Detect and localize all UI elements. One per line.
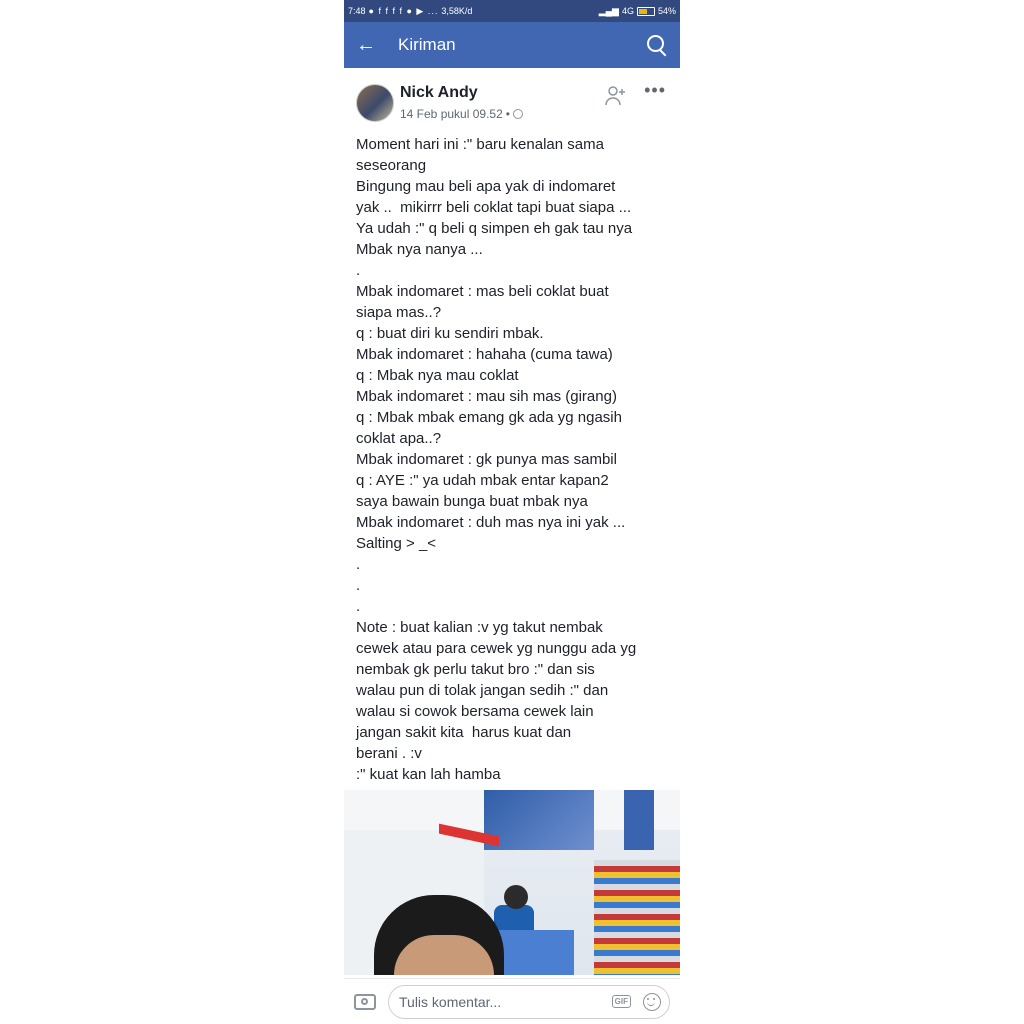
- network-speed: 3,58K/d: [441, 6, 473, 16]
- globe-icon: [512, 109, 523, 119]
- status-left: 7:48 ● f f f f ● ▶ ... 3,58K/d: [348, 6, 472, 17]
- app-bar: ← Kiriman: [344, 22, 680, 68]
- battery-icon: [636, 6, 655, 16]
- more-options-icon[interactable]: •••: [644, 80, 666, 101]
- page-title: Kiriman: [398, 35, 456, 54]
- post-text-line: q : Mbak nya mau coklat: [356, 367, 519, 384]
- post-text-line: Note : buat kalian :v yg takut nembak: [356, 619, 603, 636]
- post-text-line: q : AYE :" ya udah mbak entar kapan2: [356, 472, 609, 489]
- battery-level: 54%: [657, 6, 676, 16]
- post-text-line: walau pun di tolak jangan sedih :" dan: [356, 682, 609, 699]
- comment-placeholder: Tulis komentar...: [399, 993, 502, 1010]
- status-right: ▂▄▆ 4G 54%: [599, 6, 676, 17]
- post-text-line: coklat apa..?: [356, 430, 442, 447]
- comment-input[interactable]: Tulis komentar... GIF: [388, 984, 670, 1019]
- post-text-line: .: [356, 577, 361, 594]
- post-body: Moment hari ini :" baru kenalan sama sese…: [344, 134, 680, 785]
- post-text-line: q : Mbak mbak emang gk ada yg ngasih: [356, 409, 622, 426]
- notification-icons: ● f f f f ● ▶ ...: [368, 5, 439, 16]
- back-arrow-icon[interactable]: ←: [356, 34, 382, 57]
- post: Nick Andy 14 Feb pukul 09.52 • ••• Momen…: [344, 68, 680, 785]
- post-text-line: nembak gk perlu takut bro :" dan sis: [356, 661, 595, 678]
- post-text-line: Mbak indomaret : duh mas nya ini yak ...: [356, 514, 626, 531]
- post-text-line: Mbak indomaret : mau sih mas (girang): [356, 388, 617, 405]
- post-text-line: .: [356, 598, 361, 615]
- post-text-line: siapa mas..?: [356, 304, 442, 321]
- post-meta: 14 Feb pukul 09.52 •: [400, 107, 523, 121]
- post-text-line: berani . :v: [356, 745, 422, 762]
- status-bar: 7:48 ● f f f f ● ▶ ... 3,58K/d ▂▄▆ 4G 54…: [344, 0, 680, 22]
- signal-icon: ▂▄▆: [598, 5, 619, 16]
- status-time: 7:48: [348, 6, 366, 16]
- phone-screen: 7:48 ● f f f f ● ▶ ... 3,58K/d ▂▄▆ 4G 54…: [344, 0, 680, 1024]
- post-author[interactable]: Nick Andy: [400, 84, 478, 102]
- post-photo[interactable]: [344, 790, 680, 975]
- post-text-line: :" kuat kan lah hamba: [356, 766, 501, 783]
- post-header: Nick Andy 14 Feb pukul 09.52 • •••: [344, 68, 680, 134]
- comment-bar: Tulis komentar... GIF: [344, 978, 680, 1024]
- search-icon[interactable]: [646, 34, 668, 57]
- post-text-line: yak .. mikirrr beli coklat tapi buat sia…: [356, 199, 632, 216]
- post-text-line: Mbak nya nanya ...: [356, 241, 483, 258]
- post-text-line: Salting > _<: [356, 535, 437, 552]
- emoji-icon[interactable]: [643, 992, 661, 1011]
- dot-separator: •: [505, 107, 510, 121]
- gif-icon[interactable]: GIF: [611, 995, 631, 1008]
- post-text-line: walau si cowok bersama cewek lain: [356, 703, 594, 720]
- camera-icon[interactable]: [354, 993, 376, 1010]
- post-timestamp[interactable]: 14 Feb pukul 09.52: [400, 107, 503, 121]
- post-text-line: Mbak indomaret : mas beli coklat buat: [356, 283, 609, 300]
- post-text-line: .: [356, 556, 361, 573]
- post-text-line: cewek atau para cewek yg nunggu ada yg: [356, 640, 637, 657]
- post-text-line: Ya udah :" q beli q simpen eh gak tau ny…: [356, 220, 633, 237]
- post-text-line: Mbak indomaret : gk punya mas sambil: [356, 451, 617, 468]
- avatar[interactable]: [356, 84, 394, 122]
- post-text-line: Bingung mau beli apa yak di indomaret: [356, 178, 616, 195]
- post-text-line: Moment hari ini :" baru kenalan sama: [356, 136, 604, 153]
- post-text-line: jangan sakit kita harus kuat dan: [356, 724, 572, 741]
- network-type: 4G: [621, 6, 634, 16]
- post-text-line: saya bawain bunga buat mbak nya: [356, 493, 588, 510]
- post-text-line: q : buat diri ku sendiri mbak.: [356, 325, 544, 342]
- post-text-line: seseorang: [356, 157, 427, 174]
- add-friend-icon[interactable]: [604, 84, 628, 108]
- post-text-line: Mbak indomaret : hahaha (cuma tawa): [356, 346, 613, 363]
- post-text-line: .: [356, 262, 361, 279]
